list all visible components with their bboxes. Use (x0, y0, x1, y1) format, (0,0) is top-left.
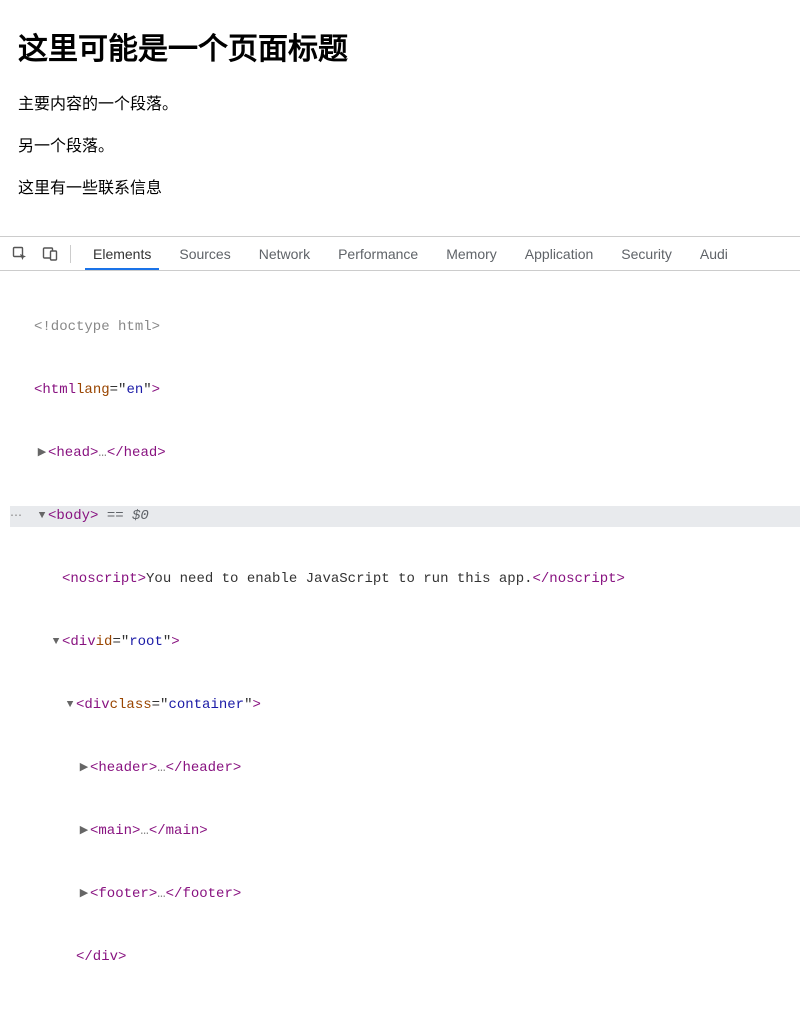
tab-security[interactable]: Security (607, 237, 686, 270)
paragraph-1: 主要内容的一个段落。 (18, 90, 782, 114)
dom-main[interactable]: ▶<main>…</main> (10, 821, 800, 842)
tab-sources[interactable]: Sources (165, 237, 244, 270)
tab-audits[interactable]: Audi (686, 237, 742, 270)
tab-memory[interactable]: Memory (432, 237, 511, 270)
dom-tree[interactable]: <!doctype html> <html lang="en"> ▶<head>… (0, 271, 800, 1010)
device-toggle-icon[interactable] (36, 240, 64, 268)
devtools-panel: Elements Sources Network Performance Mem… (0, 236, 800, 1010)
tab-network[interactable]: Network (245, 237, 324, 270)
devtools-tabs: Elements Sources Network Performance Mem… (79, 237, 742, 270)
devtools-toolbar: Elements Sources Network Performance Mem… (0, 237, 800, 271)
dom-div-close[interactable]: </div> (10, 947, 800, 968)
contact-info: 这里有一些联系信息 (18, 174, 782, 198)
dom-div-root[interactable]: ▼<div id="root"> (10, 632, 800, 653)
tab-elements[interactable]: Elements (79, 237, 165, 270)
dom-div-container[interactable]: ▼<div class="container"> (10, 695, 800, 716)
rendered-page: 这里可能是一个页面标题 主要内容的一个段落。 另一个段落。 这里有一些联系信息 (0, 0, 800, 236)
dom-noscript[interactable]: <noscript>You need to enable JavaScript … (10, 569, 800, 590)
tab-application[interactable]: Application (511, 237, 608, 270)
inspect-element-icon[interactable] (6, 240, 34, 268)
tab-performance[interactable]: Performance (324, 237, 432, 270)
dom-html-open[interactable]: <html lang="en"> (10, 380, 800, 401)
paragraph-2: 另一个段落。 (18, 132, 782, 156)
toolbar-separator (70, 245, 71, 263)
dom-header[interactable]: ▶<header>…</header> (10, 758, 800, 779)
dom-doctype[interactable]: <!doctype html> (10, 317, 800, 338)
dom-head[interactable]: ▶<head>…</head> (10, 443, 800, 464)
dom-body[interactable]: ⋯▼<body> == $0 (10, 506, 800, 527)
dom-footer[interactable]: ▶<footer>…</footer> (10, 884, 800, 905)
page-title: 这里可能是一个页面标题 (18, 24, 782, 68)
